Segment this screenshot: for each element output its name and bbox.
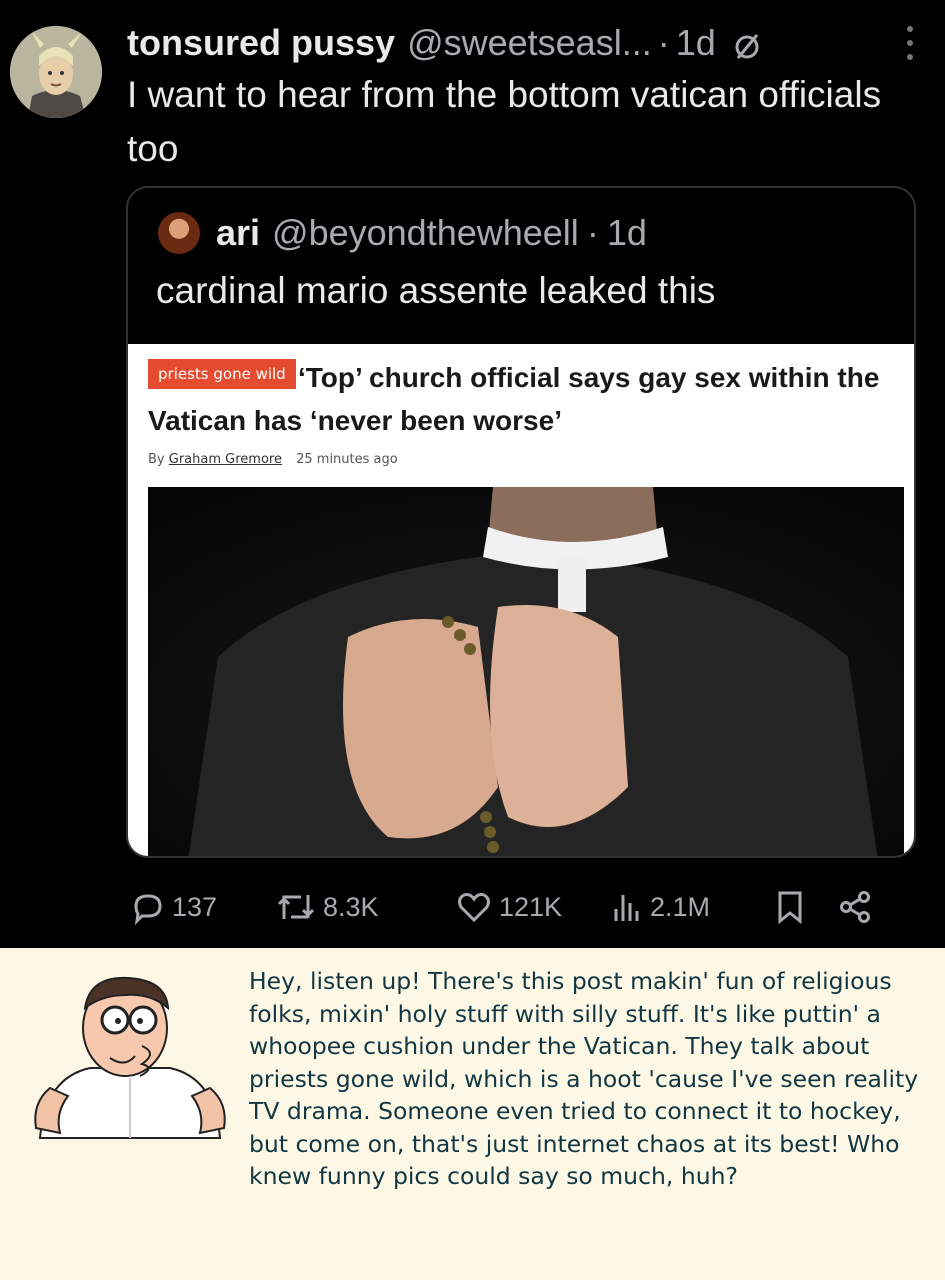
cartoon-character-image (30, 968, 230, 1148)
more-options-icon[interactable] (907, 26, 915, 60)
author-handle[interactable]: @sweetseasl... (407, 22, 652, 64)
quoted-author-handle[interactable]: @beyondthewheell (272, 212, 579, 254)
article-screenshot[interactable]: ‘Top’ church official says gay sex withi… (128, 344, 914, 856)
quoted-tweet-text: cardinal mario assente leaked this (156, 270, 716, 311)
caption-text: Hey, listen up! There's this post makin'… (249, 967, 919, 1190)
quoted-tweet-header: ari @beyondthewheell · 1d (216, 210, 647, 256)
share-icon (840, 891, 870, 923)
tweet: tonsured pussy @sweetseasl... · 1d I wan… (0, 0, 945, 948)
article-tag: priests gone wild (148, 359, 296, 389)
tweet-time[interactable]: 1d (676, 22, 716, 64)
like-count: 121K (499, 891, 563, 922)
views-icon (614, 895, 639, 921)
article-time: 25 minutes ago (296, 452, 398, 467)
bookmark-button[interactable] (775, 889, 837, 925)
author-avatar[interactable] (10, 26, 102, 118)
reply-count: 137 (172, 891, 218, 922)
repost-button[interactable]: 8.3K (275, 889, 455, 925)
article-author: Graham Gremore (168, 452, 282, 467)
heart-icon (458, 893, 490, 923)
share-button[interactable] (837, 889, 873, 925)
byline-prefix: By (148, 452, 165, 467)
no-symbol-icon (732, 28, 762, 59)
caption-panel: Hey, listen up! There's this post makin'… (0, 948, 945, 1280)
view-count: 2.1M (650, 891, 711, 922)
author-display-name[interactable]: tonsured pussy (127, 22, 395, 64)
tweet-text: I want to hear from the bottom vatican o… (127, 74, 882, 169)
like-button[interactable]: 121K (455, 889, 610, 925)
repost-icon (277, 895, 315, 919)
quoted-tweet-time[interactable]: 1d (607, 212, 647, 254)
views-button[interactable]: 2.1M (610, 889, 775, 925)
bookmark-icon (778, 891, 802, 925)
tweet-actions: 137 8.3K 121K 2.1M (130, 884, 920, 930)
separator-dot: · (586, 212, 599, 253)
quoted-author-display-name[interactable]: ari (216, 212, 260, 254)
article-photo (148, 487, 904, 856)
reply-icon (134, 894, 162, 925)
quoted-tweet[interactable]: ari @beyondthewheell · 1d cardinal mario… (126, 186, 916, 858)
article-byline: By Graham Gremore 25 minutes ago (148, 452, 398, 467)
quoted-author-avatar[interactable] (158, 212, 200, 254)
separator-dot: · (657, 22, 670, 63)
repost-count: 8.3K (323, 891, 379, 922)
reply-button[interactable]: 137 (130, 889, 275, 925)
tweet-header: tonsured pussy @sweetseasl... · 1d (127, 18, 925, 68)
